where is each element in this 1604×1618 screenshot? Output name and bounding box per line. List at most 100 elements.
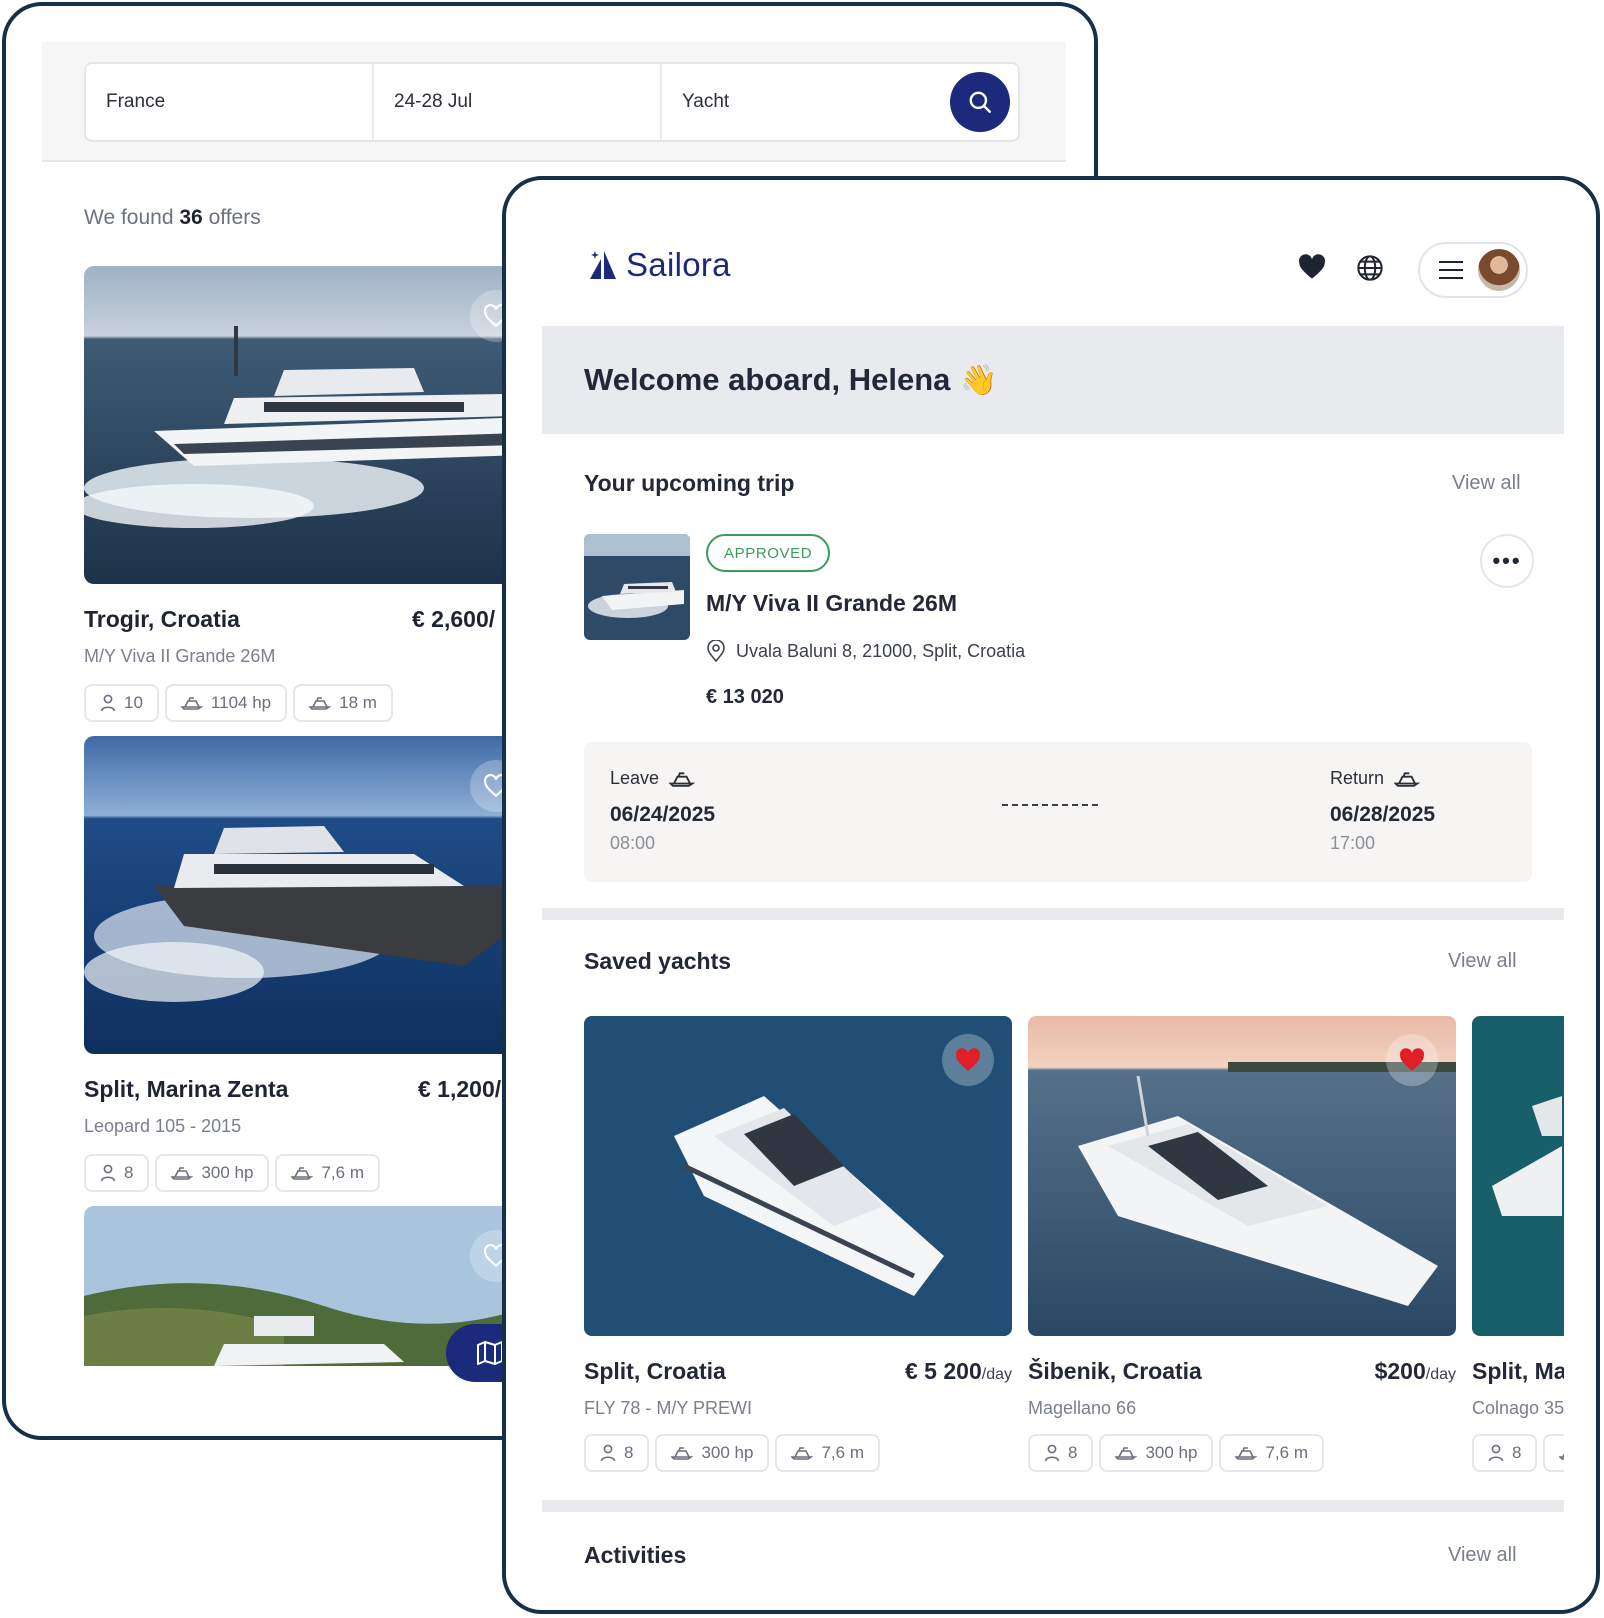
top-navigation: Sailora — [542, 180, 1564, 326]
return-info: Return 06/28/2025 17:00 — [1330, 768, 1435, 854]
hamburger-icon — [1439, 261, 1463, 279]
yacht-specs: 8 — [1472, 1434, 1564, 1472]
yacht-photo — [584, 1016, 1012, 1336]
offer-title: Trogir, Croatia — [84, 606, 240, 632]
person-icon — [600, 1444, 616, 1462]
dates-value: 24-28 Jul — [394, 91, 473, 112]
offer-price: € 1,200/ — [418, 1076, 502, 1102]
heart-filled-icon — [955, 1048, 981, 1071]
offer-specs: 8 300 hp 7,6 m — [84, 1154, 380, 1192]
offer-card[interactable]: Trogir, Croatia € 2,600/ M/Y Viva II Gra… — [84, 266, 554, 722]
power-chip: 1104 hp — [164, 684, 288, 722]
offer-photo — [84, 266, 554, 584]
wave-emoji: 👋 — [960, 363, 998, 397]
boat-icon — [1559, 1454, 1564, 1460]
brand-logo[interactable]: Sailora — [588, 246, 731, 284]
yacht-price: € 5 200/day — [905, 1358, 1012, 1384]
heart-filled-icon — [1399, 1048, 1425, 1071]
trip-schedule: Leave 06/24/2025 08:00 Return 06/28/2025… — [584, 742, 1532, 882]
trip-price: € 13 020 — [706, 686, 784, 708]
saved-yacht-card[interactable]: Šibenik, Croatia $200/day Magellano 66 8… — [1028, 1016, 1456, 1472]
yacht-model: Magellano 66 — [1028, 1398, 1137, 1418]
location-pin-icon — [707, 640, 725, 662]
length-chip: 7,6 m — [275, 1154, 380, 1192]
yacht-price: $200/day — [1374, 1358, 1456, 1384]
boat-icon — [309, 697, 332, 710]
boat-icon — [669, 771, 696, 787]
language-button[interactable] — [1356, 254, 1384, 287]
power-chip — [1543, 1434, 1564, 1472]
boat-icon — [1115, 1447, 1138, 1460]
search-button[interactable] — [950, 72, 1010, 132]
power-chip: 300 hp — [155, 1154, 270, 1192]
power-chip: 300 hp — [655, 1434, 770, 1472]
return-label: Return — [1330, 768, 1385, 788]
guests-chip: 8 — [1472, 1434, 1538, 1472]
offer-model: M/Y Viva II Grande 26M — [84, 646, 276, 666]
account-menu-button[interactable] — [1418, 242, 1528, 298]
favorite-button[interactable] — [942, 1034, 994, 1086]
map-icon — [477, 1341, 503, 1365]
offer-price: € 2,600/ — [412, 606, 496, 632]
boat-icon — [180, 697, 203, 710]
guests-chip: 8 — [584, 1434, 650, 1472]
saved-yacht-card[interactable]: Split, Ma Colnago 35 8 — [1472, 1016, 1564, 1472]
yacht-specs: 8 300 hp 7,6 m — [584, 1434, 880, 1472]
welcome-heading: Welcome aboard, Helena — [584, 362, 951, 397]
brand-name: Sailora — [626, 246, 731, 283]
length-chip: 7,6 m — [1219, 1434, 1324, 1472]
location-value: France — [106, 91, 166, 112]
route-divider — [1002, 804, 1098, 806]
trip-photo — [584, 534, 690, 640]
return-time: 17:00 — [1330, 833, 1376, 853]
boat-icon — [1235, 1447, 1258, 1460]
location-field[interactable]: France — [86, 64, 374, 140]
yacht-photo — [1028, 1016, 1456, 1336]
search-icon — [969, 91, 991, 113]
yacht-location: Šibenik, Croatia — [1028, 1358, 1202, 1384]
yacht-location: Split, Croatia — [584, 1358, 726, 1384]
activities-heading: Activities — [584, 1542, 687, 1568]
yacht-specs: 8 300 hp 7,6 m — [1028, 1434, 1324, 1472]
offer-card[interactable]: Split, Marina Zenta € 1,200/ Leopard 105… — [84, 736, 554, 1192]
length-chip: 7,6 m — [775, 1434, 880, 1472]
offer-model: Leopard 105 - 2015 — [84, 1116, 242, 1136]
saved-yacht-card[interactable]: Split, Croatia € 5 200/day FLY 78 - M/Y … — [584, 1016, 1012, 1472]
yacht-location: Split, Ma — [1472, 1358, 1564, 1384]
type-value: Yacht — [682, 91, 730, 112]
person-icon — [1044, 1444, 1060, 1462]
trip-view-all-link[interactable]: View all — [1452, 472, 1521, 495]
person-icon — [1488, 1444, 1504, 1462]
dashboard-screen: Sailora Welcome aboard, Helena 👋 Your up… — [502, 176, 1600, 1614]
leave-info: Leave 06/24/2025 08:00 — [610, 768, 715, 854]
section-divider — [542, 1500, 1564, 1512]
favorites-button[interactable] — [1298, 254, 1326, 285]
search-bar-area: France 24-28 Jul Yacht — [42, 42, 1066, 162]
welcome-banner: Welcome aboard, Helena 👋 — [542, 326, 1564, 434]
avatar — [1476, 247, 1522, 293]
guests-chip: 8 — [84, 1154, 150, 1192]
dates-field[interactable]: 24-28 Jul — [374, 64, 662, 140]
section-divider — [542, 908, 1564, 920]
results-count: We found 36 offers — [84, 206, 261, 229]
trip-more-button[interactable]: ••• — [1480, 534, 1534, 588]
status-badge: APPROVED — [706, 534, 831, 572]
length-chip: 18 m — [293, 684, 393, 722]
type-field[interactable]: Yacht — [662, 64, 950, 140]
saved-view-all-link[interactable]: View all — [1448, 950, 1517, 973]
search-form: France 24-28 Jul Yacht — [84, 62, 1020, 142]
activities-view-all-link[interactable]: View all — [1448, 1544, 1517, 1567]
yacht-model: FLY 78 - M/Y PREWI — [584, 1398, 753, 1418]
boat-icon — [1394, 771, 1421, 787]
leave-date: 06/24/2025 — [610, 803, 716, 826]
boat-icon — [291, 1167, 314, 1180]
person-icon — [100, 1164, 116, 1182]
upcoming-trip-heading: Your upcoming trip — [584, 470, 795, 496]
heart-icon — [1299, 254, 1325, 279]
yacht-photo — [1472, 1016, 1564, 1336]
offer-photo — [84, 736, 554, 1054]
saved-yachts-heading: Saved yachts — [584, 948, 732, 974]
globe-icon — [1357, 255, 1383, 281]
more-dots-icon: ••• — [1492, 548, 1522, 573]
favorite-button[interactable] — [1386, 1034, 1438, 1086]
